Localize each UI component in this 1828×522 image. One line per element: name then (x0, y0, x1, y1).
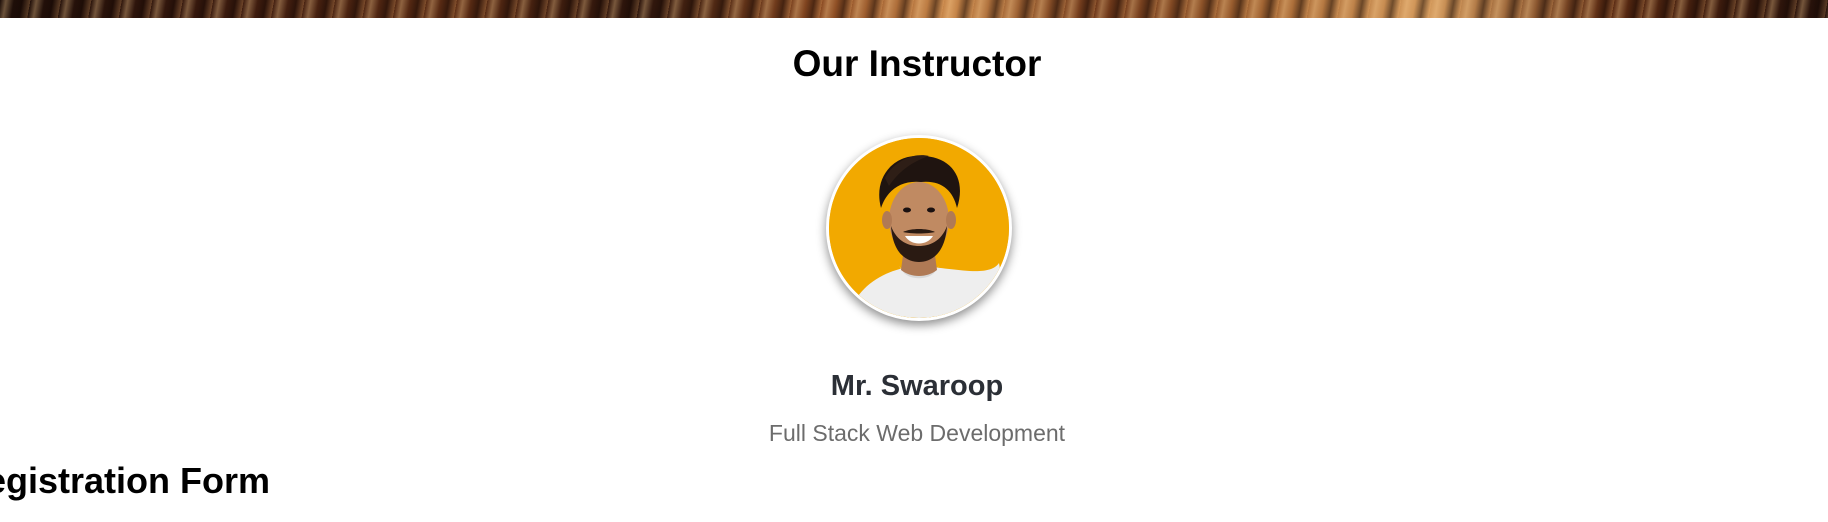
instructor-role: Full Stack Web Development (768, 420, 1066, 446)
section-title: Our Instructor (792, 43, 1042, 84)
hero-banner-image (0, 0, 1828, 18)
registration-form-title: egistration Form (0, 460, 271, 501)
instructor-photo-icon (829, 138, 1009, 318)
instructor-section: Our Instructor Mr. Swaroop Full Stack We… (0, 18, 1828, 478)
instructor-avatar (826, 135, 1012, 321)
instructor-name: Mr. Swaroop (830, 370, 1004, 402)
